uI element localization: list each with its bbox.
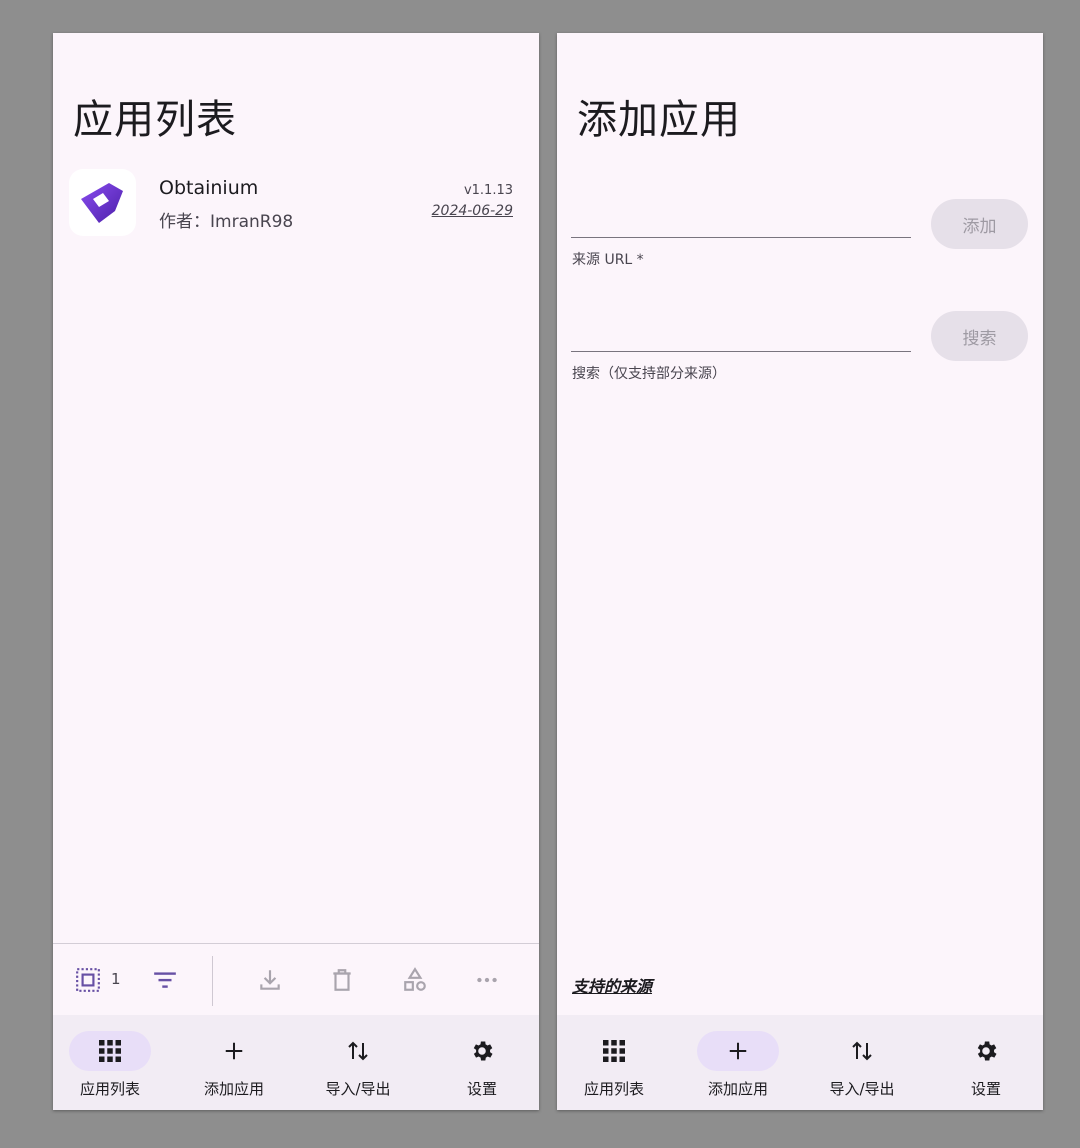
search-button[interactable]: 搜索: [931, 311, 1028, 361]
bottom-navigation: 应用列表 添加应用 导入/导出 设置: [53, 1015, 539, 1110]
filter-icon[interactable]: [147, 962, 183, 998]
import-export-icon: [317, 1031, 399, 1071]
nav-item-add-app[interactable]: 添加应用: [177, 1015, 298, 1110]
add-icon: [193, 1031, 275, 1071]
obtainium-logo-icon: [69, 169, 136, 236]
nav-item-import-export[interactable]: 导入/导出: [301, 1015, 422, 1110]
nav-label: 添加应用: [707, 1080, 768, 1098]
download-icon[interactable]: [252, 962, 288, 998]
add-icon: [697, 1031, 779, 1071]
nav-item-settings[interactable]: 设置: [425, 1015, 539, 1110]
bottom-navigation: 应用列表 添加应用 导入/导出 设置: [557, 1015, 1043, 1110]
app-list-screen: 应用列表 Obtainium 作者：ImranR98 v1.1.13 2024-…: [53, 33, 539, 1110]
add-button[interactable]: 添加: [931, 199, 1028, 249]
supported-sources-link[interactable]: 支持的来源: [572, 973, 652, 997]
nav-label: 导入/导出: [325, 1080, 391, 1098]
settings-gear-icon: [441, 1031, 523, 1071]
more-icon[interactable]: [469, 962, 505, 998]
apps-grid-icon: [69, 1031, 151, 1071]
search-label: 搜索（仅支持部分来源）: [572, 366, 726, 382]
delete-icon[interactable]: [324, 962, 360, 998]
page-title: 应用列表: [73, 97, 237, 143]
source-url-input[interactable]: [571, 201, 915, 237]
nav-item-app-list[interactable]: 应用列表: [53, 1015, 174, 1110]
app-release-date[interactable]: 2024-06-29: [432, 203, 513, 219]
search-underline: [571, 351, 911, 352]
page-title: 添加应用: [577, 97, 741, 143]
nav-item-import-export[interactable]: 导入/导出: [805, 1015, 926, 1110]
nav-label: 设置: [466, 1080, 497, 1098]
select-all-icon[interactable]: [70, 962, 106, 998]
categories-icon[interactable]: [397, 962, 433, 998]
apps-grid-icon: [573, 1031, 655, 1071]
nav-label: 应用列表: [583, 1080, 644, 1098]
nav-item-add-app[interactable]: 添加应用: [681, 1015, 802, 1110]
import-export-icon: [821, 1031, 903, 1071]
add-app-screen: 添加应用 来源 URL * 添加 搜索（仅支持部分来源） 搜索 支持的来源 应用…: [557, 33, 1043, 1110]
settings-gear-icon: [945, 1031, 1027, 1071]
source-url-label: 来源 URL *: [572, 252, 644, 268]
nav-item-app-list[interactable]: 应用列表: [557, 1015, 678, 1110]
selected-count: 1: [111, 970, 121, 988]
nav-label: 添加应用: [203, 1080, 264, 1098]
search-input[interactable]: [571, 315, 915, 351]
toolbar-divider: [212, 956, 213, 1006]
app-version: v1.1.13: [463, 183, 513, 198]
app-list-item[interactable]: Obtainium 作者：ImranR98 v1.1.13 2024-06-29: [53, 163, 539, 243]
app-author: 作者：ImranR98: [159, 212, 294, 232]
nav-label: 应用列表: [79, 1080, 140, 1098]
nav-item-settings[interactable]: 设置: [929, 1015, 1043, 1110]
selection-toolbar: 1: [53, 943, 539, 1016]
nav-label: 导入/导出: [829, 1080, 895, 1098]
source-url-underline: [571, 237, 911, 238]
app-name: Obtainium: [159, 177, 259, 199]
nav-label: 设置: [970, 1080, 1001, 1098]
